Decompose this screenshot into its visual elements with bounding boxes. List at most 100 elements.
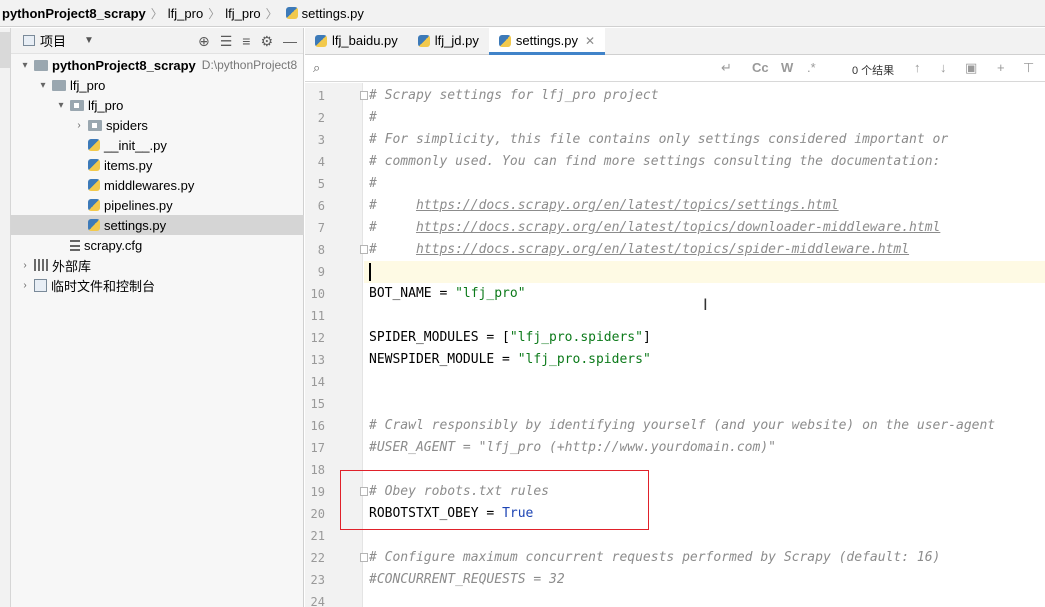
next-occurrence-icon[interactable]: ↓ [940,60,947,75]
line-number: 16 [310,419,325,433]
project-view-icon [23,35,35,46]
search-icon[interactable]: ⌕ [313,60,320,76]
breadcrumb-separator-icon: 〉 [208,6,221,21]
python-file-icon [498,34,511,47]
gear-icon[interactable]: ⚙ [260,33,273,50]
line-number: 18 [310,463,325,477]
fold-marker-icon[interactable] [360,91,368,100]
previous-occurrence-icon[interactable]: ↑ [914,60,921,75]
chevron-right-icon[interactable]: › [19,280,31,291]
comment-token: #USER_AGENT = "lfj_pro (+http://www.your… [369,440,776,455]
tree-item-label: 临时文件和控制台 [51,278,156,294]
folder-icon [34,60,48,71]
code-line: NEWSPIDER_MODULE = "lfj_pro.spiders" [369,349,651,371]
code-line: # Configure maximum concurrent requests … [369,547,940,569]
tree-item[interactable]: items.py [11,155,304,175]
line-number: 9 [317,265,325,279]
chevron-right-icon[interactable]: › [19,260,31,271]
code-token: SPIDER_MODULES = [ [369,330,510,345]
comment-token: # [369,198,416,213]
tree-item-label: pythonProject8_scrapy [52,57,196,73]
line-number: 14 [310,375,325,389]
tab-lfj-jd[interactable]: lfj_jd.py [408,27,489,54]
comment-token: https://docs.scrapy.org/en/latest/topics… [415,242,910,257]
tree-item[interactable]: __init__.py [11,135,304,155]
tree-item[interactable]: ▾ lfj_pro [11,75,304,95]
multi-select-icon[interactable]: ⊤ [1023,60,1034,76]
tab-label: lfj_jd.py [434,33,479,48]
tab-lfj-baidu[interactable]: lfj_baidu.py [305,27,408,54]
tree-item[interactable]: ▾ lfj_pro [11,95,304,115]
code-line: SPIDER_MODULES = ["lfj_pro.spiders"] [369,327,651,349]
match-case-button[interactable]: Cc [752,60,769,75]
code-token: NEWSPIDER_MODULE = [369,352,518,367]
tab-label: settings.py [515,33,579,48]
search-result-count: 0 个结果 [852,65,895,77]
fold-marker-icon[interactable] [360,245,368,254]
code-line: #USER_AGENT = "lfj_pro (+http://www.your… [369,437,776,459]
tab-settings[interactable]: settings.py ✕ [488,27,606,55]
chevron-down-icon[interactable]: ▾ [19,60,31,71]
tree-item-label: items.py [104,157,153,173]
python-file-icon [88,199,100,211]
line-number: 22 [310,551,325,565]
line-number: 17 [310,441,325,455]
breadcrumb-item-file[interactable]: settings.py [283,6,364,21]
project-panel-header: 项目 ▼ ⊕ ☰ ≡ ⚙ — [11,28,303,54]
breadcrumb-label: lfj_pro [167,5,204,21]
hide-panel-icon[interactable]: — [283,33,297,49]
line-number: 12 [310,331,325,345]
tree-item[interactable]: settings.py [11,215,304,235]
breadcrumb-item-package[interactable]: lfj_pro [225,6,260,21]
line-number: 20 [310,507,325,521]
close-icon[interactable]: ✕ [585,34,595,48]
breadcrumb-item-project[interactable]: pythonProject8_scrapy [2,6,146,21]
python-file-icon [88,139,100,151]
comment-token: # [369,110,377,125]
chevron-right-icon[interactable]: › [73,120,85,131]
locate-icon[interactable]: ⊕ [198,33,210,50]
comment-token: # commonly used. You can find more setti… [369,154,941,169]
add-selection-icon[interactable]: + [997,60,1005,75]
whole-words-button[interactable]: W [781,60,793,75]
tree-item[interactable]: scrapy.cfg [11,235,304,255]
tree-item[interactable]: ▾ pythonProject8_scrapy D:\pythonProject8 [11,55,304,75]
code-line: # commonly used. You can find more setti… [369,151,940,173]
code-line: # For simplicity, this file contains onl… [369,129,948,151]
tree-item[interactable]: › 临时文件和控制台 [11,275,304,295]
tree-item-label: settings.py [104,217,167,233]
python-file-icon [88,159,100,171]
project-tool-tab[interactable] [0,32,10,68]
line-number: 1 [317,89,325,103]
fold-marker-icon[interactable] [360,553,368,562]
code-editor[interactable]: 1 2 3 4 5 6 7 8 9 10 11 12 13 14 15 16 17 18 19 20 21 22 23 24 … [305,83,1045,607]
tab-label: lfj_baidu.py [332,33,398,48]
highlight-box [340,470,649,530]
tree-item[interactable]: middlewares.py [11,175,304,195]
python-file-icon [285,7,298,19]
tree-item-label: middlewares.py [104,177,195,193]
breadcrumb-label: settings.py [301,5,364,21]
tree-item[interactable]: pipelines.py [11,195,304,215]
chevron-down-icon[interactable]: ▼ [84,35,94,46]
regex-button[interactable]: .* [807,60,816,75]
collapse-all-icon[interactable]: ≡ [242,33,250,49]
replace-toggle-icon[interactable]: ↵ [721,60,732,76]
code-line: #CONCURRENT_REQUESTS = 32 [369,569,565,591]
expand-all-icon[interactable]: ☰ [220,33,233,50]
search-input[interactable] [326,57,707,79]
python-file-icon [88,219,100,231]
line-number: 2 [317,111,325,125]
tree-item[interactable]: › 外部库 [11,255,304,275]
code-line [364,261,1045,283]
line-number: 10 [310,287,325,301]
line-number: 13 [310,353,325,367]
comment-token: # For simplicity, this file contains onl… [369,132,949,147]
python-file-icon [417,34,430,47]
breadcrumb-item-folder[interactable]: lfj_pro [168,6,203,21]
tree-item[interactable]: › spiders [11,115,304,135]
line-number: 6 [317,199,325,213]
filter-icon[interactable]: ▣ [965,60,977,76]
chevron-down-icon[interactable]: ▾ [37,80,49,91]
chevron-down-icon[interactable]: ▾ [55,100,67,111]
